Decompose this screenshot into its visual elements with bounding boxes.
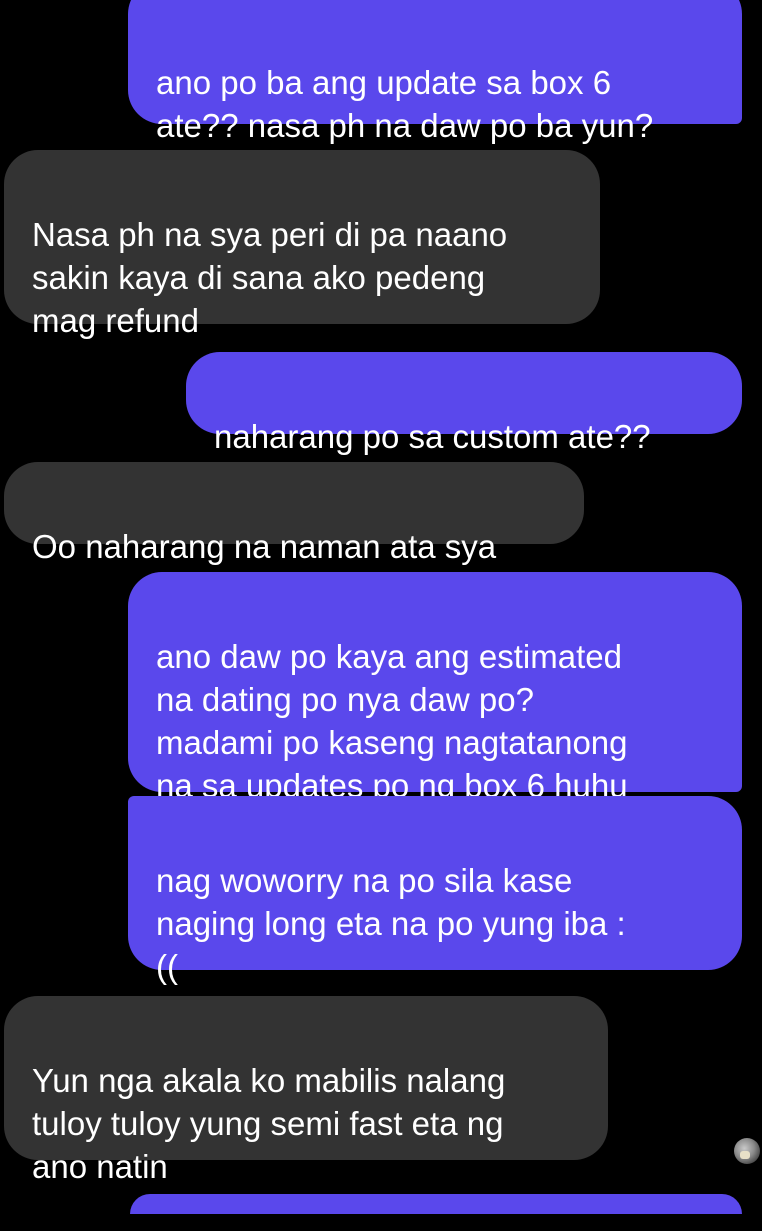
sent-message-bubble[interactable]: ano daw po kaya ang estimated na dating … <box>128 572 742 804</box>
received-message-bubble[interactable]: Yun nga akala ko mabilis nalang tuloy tu… <box>4 996 608 1185</box>
message-text: nag woworry na po sila kase naging long … <box>156 862 626 985</box>
sent-message-bubble[interactable]: naharang po sa custom ate?? <box>186 352 742 455</box>
sent-message-bubble-partial[interactable] <box>130 1194 742 1214</box>
message-text: ano daw po kaya ang estimated na dating … <box>156 638 628 804</box>
received-message-bubble[interactable]: Oo naharang na naman ata sya <box>4 462 584 565</box>
avatar-icon <box>734 1138 760 1164</box>
received-message-bubble[interactable]: Nasa ph na sya peri di pa naano sakin ka… <box>4 150 600 339</box>
sent-message-bubble[interactable]: ano po ba ang update sa box 6 ate?? nasa… <box>128 0 742 144</box>
message-text: naharang po sa custom ate?? <box>214 418 651 455</box>
message-text: Yun nga akala ko mabilis nalang tuloy tu… <box>32 1062 506 1185</box>
message-text: Nasa ph na sya peri di pa naano sakin ka… <box>32 216 508 339</box>
sent-message-bubble[interactable]: nag woworry na po sila kase naging long … <box>128 796 742 985</box>
message-text: ano po ba ang update sa box 6 ate?? nasa… <box>156 64 654 144</box>
message-text: Oo naharang na naman ata sya <box>32 528 497 565</box>
